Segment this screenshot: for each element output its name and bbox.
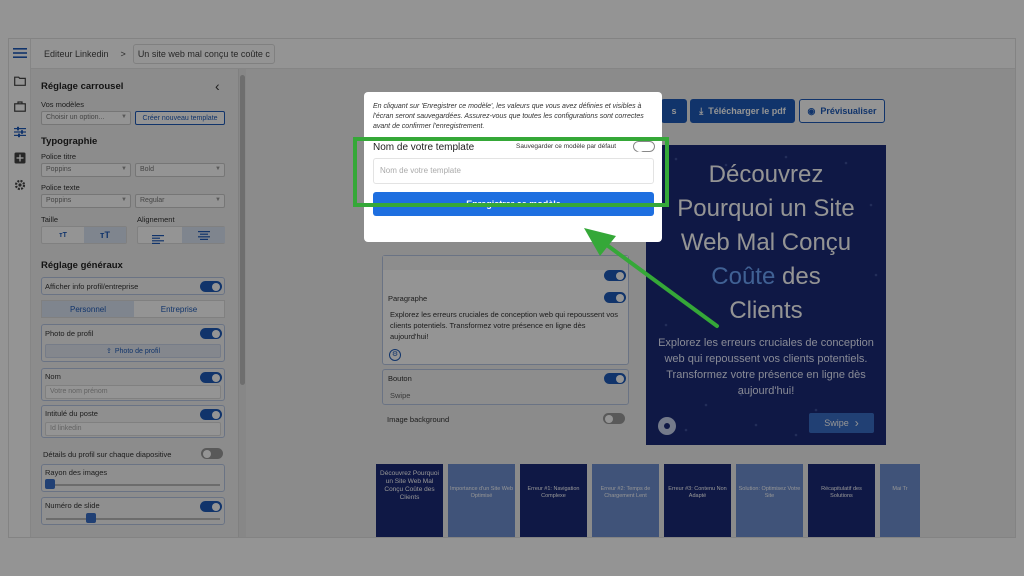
annotation-arrow-icon bbox=[584, 228, 719, 328]
